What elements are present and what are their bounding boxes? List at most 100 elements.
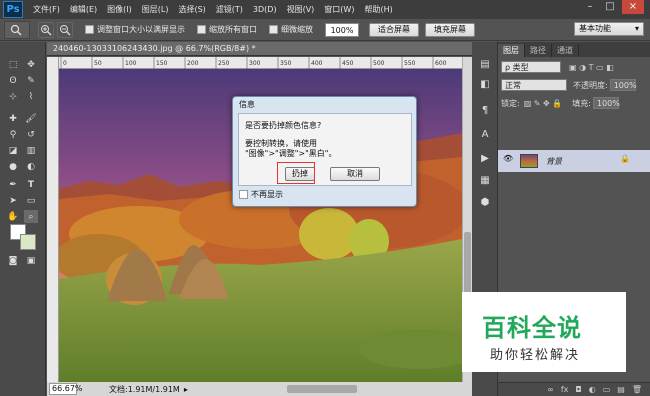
scrubby-zoom-checkbox[interactable]: 细微缩放 [269, 24, 313, 35]
eye-icon[interactable]: 👁 [503, 154, 513, 163]
resize-windows-checkbox[interactable]: 调整窗口大小以满屏显示 [85, 24, 185, 35]
menu-view[interactable]: 视图(V) [287, 4, 315, 15]
zoom-out-icon [60, 24, 71, 35]
layer-row-background[interactable]: 👁 背景 🔒 [498, 150, 650, 172]
background-color-swatch[interactable] [20, 234, 36, 250]
tool-preset-picker[interactable] [4, 20, 30, 39]
menu-window[interactable]: 窗口(W) [324, 4, 354, 15]
zoom-level-field[interactable]: 66.67% [49, 383, 83, 395]
opacity-label: 不透明度: [573, 80, 608, 90]
zoom-tool-icon[interactable]: ⌕ [24, 210, 38, 223]
menu-3d[interactable]: 3D(D) [253, 5, 277, 14]
cancel-button[interactable]: 取消 [330, 167, 380, 181]
dodge-tool-icon[interactable]: ◐ [24, 160, 38, 173]
panel-tabs: 图层 路径 通道 [498, 42, 650, 57]
horizontal-scroll-thumb[interactable] [287, 385, 357, 393]
layer-filter-row: ρ 类型 ▣ ◑ T ▭ ◧ [498, 60, 650, 74]
lock-icons[interactable]: ▨ ✎ ✥ 🔒 [524, 99, 563, 108]
ruler-ticks: 0 50 100 150 200 250 300 350 400 450 500 550 600 [60, 57, 447, 69]
hand-tool-icon[interactable]: ✋ [6, 210, 20, 223]
pen-tool-icon[interactable]: ✒ [6, 178, 20, 191]
quick-mask-icon[interactable]: ◙ [6, 254, 20, 267]
blur-tool-icon[interactable]: ● [6, 160, 20, 173]
play-panel-icon[interactable]: ▶ [477, 150, 493, 166]
layers-bottom-toolbar: ∞ fx ◘ ◐ ▭ ▤ 🗑 [498, 382, 650, 396]
menu-edit[interactable]: 编辑(E) [70, 4, 97, 15]
eyedropper-tool-icon[interactable]: ⌇ [24, 90, 38, 103]
history-brush-tool-icon[interactable]: ↺ [24, 128, 38, 141]
tab-layers[interactable]: 图层 [498, 44, 525, 57]
kind-filter-dropdown[interactable]: ρ 类型 [501, 61, 561, 73]
clone-stamp-tool-icon[interactable]: ⚲ [6, 128, 20, 141]
healing-brush-tool-icon[interactable]: ✚ [6, 112, 20, 125]
tool-presets-panel-icon[interactable]: ▦ [477, 172, 493, 188]
new-group-icon[interactable]: ▭ [603, 385, 611, 394]
ruler-tick-label: 550 [404, 60, 416, 67]
new-layer-icon[interactable]: ▤ [617, 385, 625, 394]
type-tool-icon[interactable]: T [24, 178, 38, 191]
checkbox-box[interactable] [269, 25, 278, 34]
tab-channels[interactable]: 通道 [552, 44, 579, 57]
screen-mode-icon[interactable]: ▣ [24, 254, 38, 267]
lasso-tool-icon[interactable]: ʘ [6, 74, 20, 87]
checkbox-box[interactable] [239, 190, 248, 199]
actions-panel-icon[interactable]: ◧ [477, 76, 493, 92]
quick-selection-tool-icon[interactable]: ✎ [24, 74, 38, 87]
add-mask-icon[interactable]: ◘ [575, 385, 581, 394]
zoom-all-windows-checkbox[interactable]: 缩放所有窗口 [197, 24, 257, 35]
zoom-percent-field[interactable]: 100% [325, 22, 359, 37]
menu-select[interactable]: 选择(S) [178, 4, 205, 15]
crop-tool-icon[interactable]: ⊹ [6, 90, 20, 103]
ruler-tick-label: 600 [435, 60, 447, 67]
status-arrow-icon[interactable]: ▸ [184, 385, 188, 394]
checkbox-box[interactable] [85, 25, 94, 34]
marquee-tool-icon[interactable]: ⬚ [6, 58, 20, 71]
fill-label: 填充: [572, 98, 591, 108]
dialog-title: 信息 [239, 100, 255, 109]
filter-icons[interactable]: ▣ ◑ T ▭ ◧ [569, 63, 614, 72]
watermark-subtitle: 助你轻松解决 [490, 348, 581, 363]
ruler-tick-label: 300 [249, 60, 261, 67]
move-tool-icon[interactable]: ✥ [24, 58, 38, 71]
fill-field[interactable]: 100% [592, 97, 620, 109]
document-tab[interactable]: 240460-13033106243430.jpg @ 66.7%(RGB/8#… [47, 42, 472, 56]
ruler-tick-label: 0 [63, 60, 67, 67]
3d-panel-icon[interactable]: ⬢ [477, 194, 493, 210]
menu-image[interactable]: 图像(I) [107, 4, 132, 15]
fit-screen-button[interactable]: 适合屏幕 [369, 22, 419, 37]
zoom-out-button[interactable] [57, 21, 73, 38]
layer-name[interactable]: 背景 [546, 156, 562, 167]
menu-file[interactable]: 文件(F) [33, 4, 60, 15]
rectangle-tool-icon[interactable]: ▭ [24, 194, 38, 207]
menu-filter[interactable]: 滤镜(T) [216, 4, 243, 15]
link-layers-icon[interactable]: ∞ [547, 385, 554, 394]
menu-help[interactable]: 帮助(H) [364, 4, 392, 15]
paragraph-panel-icon[interactable]: ¶ [477, 102, 493, 118]
eraser-tool-icon[interactable]: ◪ [6, 144, 20, 157]
trash-icon[interactable]: 🗑 [632, 385, 642, 394]
workspace-switcher[interactable]: 基本功能 ▾ [574, 22, 644, 36]
tab-paths[interactable]: 路径 [525, 44, 552, 57]
ruler-tick-label: 200 [187, 60, 199, 67]
brush-tool-icon[interactable]: 🖌 [24, 112, 38, 125]
history-panel-icon[interactable]: ▤ [477, 56, 493, 72]
minimize-button[interactable]: – [582, 0, 598, 14]
dialog-question: 是否要扔掉颜色信息? [245, 121, 322, 130]
dont-show-again-checkbox[interactable]: 不再显示 [239, 189, 283, 200]
gradient-tool-icon[interactable]: ▥ [24, 144, 38, 157]
zoom-all-windows-label: 缩放所有窗口 [209, 25, 257, 34]
maximize-button[interactable]: □ [602, 0, 618, 14]
document-size-info[interactable]: 文档:1.91M/1.91M [109, 384, 180, 395]
fill-screen-button[interactable]: 填充屏幕 [425, 22, 475, 37]
layer-thumbnail [520, 154, 538, 168]
opacity-field[interactable]: 100% [609, 79, 637, 91]
checkbox-box[interactable] [197, 25, 206, 34]
layer-style-icon[interactable]: fx [561, 385, 569, 394]
adjustment-layer-icon[interactable]: ◐ [589, 385, 596, 394]
path-selection-tool-icon[interactable]: ➤ [6, 194, 20, 207]
menu-layer[interactable]: 图层(L) [142, 4, 169, 15]
close-button[interactable]: × [622, 0, 644, 14]
character-panel-icon[interactable]: A [477, 126, 493, 142]
zoom-in-button[interactable] [38, 21, 54, 38]
blend-mode-dropdown[interactable]: 正常 [501, 79, 567, 91]
